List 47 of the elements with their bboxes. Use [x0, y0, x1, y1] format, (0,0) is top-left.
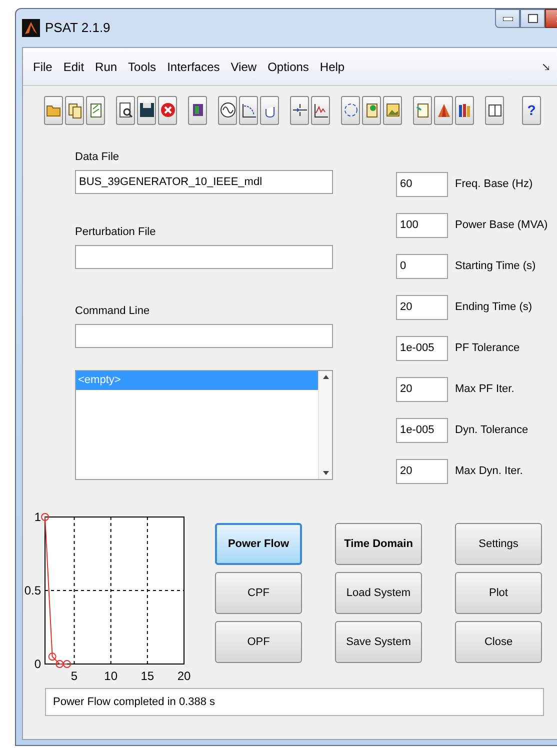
field-label: Perturbation File [75, 226, 157, 239]
menu-item[interactable]: File [29, 58, 56, 76]
window-title: PSAT 2.1.9 [45, 19, 110, 38]
axis-tick-label: 5 [70, 669, 78, 683]
field-label: Starting Time (s) [455, 259, 536, 274]
action-button[interactable]: Settings [455, 523, 542, 565]
action-button[interactable]: Power Flow [215, 523, 302, 565]
field-label: Max PF Iter. [455, 382, 514, 398]
axis-tick-label: 15 [140, 669, 154, 683]
number-field[interactable]: 1e-005 [396, 336, 448, 361]
number-field[interactable]: 1e-005 [396, 418, 448, 443]
field-label: Freq. Base (Hz) [455, 177, 533, 192]
axis-tick-label: 20 [177, 669, 191, 683]
menu-item[interactable]: Run [91, 58, 122, 76]
action-button[interactable]: Close [455, 621, 542, 663]
menu-item[interactable]: Interfaces [163, 58, 224, 76]
field-label: Command Line [75, 305, 151, 318]
action-button[interactable]: Load System [335, 572, 422, 614]
field-label: Max Dyn. Iter. [455, 464, 523, 480]
number-field[interactable]: 20 [396, 459, 448, 484]
action-button[interactable]: Save System [335, 621, 422, 663]
menu-item[interactable]: Tools [124, 58, 160, 76]
field-label: Ending Time (s) [455, 300, 532, 316]
menu-item[interactable]: Help [316, 58, 349, 76]
axis-tick-label: 1 [34, 510, 41, 524]
action-button[interactable]: OPF [215, 621, 302, 663]
number-field[interactable]: 60 [396, 172, 448, 197]
axis-tick-label: 0.5 [24, 584, 41, 598]
status-bar: Power Flow completed in 0.388 s [45, 688, 544, 716]
menu-item[interactable]: View [226, 58, 261, 76]
axis-tick-label: 0 [34, 657, 41, 671]
action-button[interactable]: CPF [215, 572, 302, 614]
number-field[interactable]: 0 [396, 254, 448, 279]
action-button[interactable]: Time Domain [335, 523, 422, 565]
menu-item[interactable]: Options [264, 58, 313, 76]
field-label: Dyn. Tolerance [455, 423, 528, 438]
field-label: Data File [75, 151, 120, 164]
field-label: PF Tolerance [455, 341, 520, 356]
number-field[interactable]: 20 [396, 377, 448, 402]
number-field[interactable]: 20 [396, 295, 448, 320]
number-field[interactable]: 100 [396, 213, 448, 238]
help-button[interactable]: ? [522, 96, 541, 124]
field-label: Power Base (MVA) [455, 218, 548, 234]
text-field[interactable]: BUS_39GENERATOR_10_IEEE_mdl [75, 170, 333, 194]
action-button[interactable]: Plot [455, 572, 542, 614]
menu-item[interactable]: Edit [59, 58, 88, 76]
axis-tick-label: 10 [104, 669, 118, 683]
